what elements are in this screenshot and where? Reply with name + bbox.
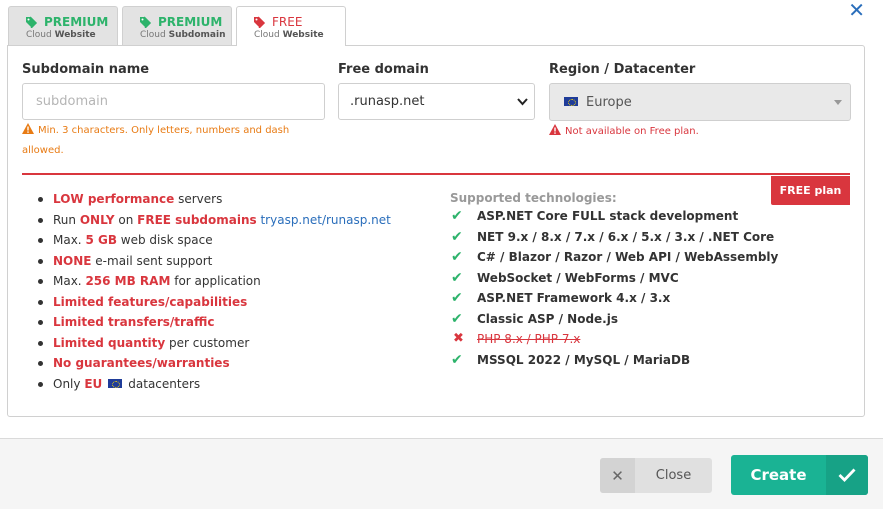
region-label: Region / Datacenter <box>549 62 696 77</box>
warning-icon <box>549 124 561 135</box>
check-icon: ✔ <box>451 351 463 368</box>
tab-sub-prefix: Cloud <box>254 30 280 40</box>
tab-sub-bold: Website <box>54 30 96 40</box>
warning-icon <box>22 123 34 134</box>
domain-select-value: .runasp.net <box>350 94 425 109</box>
list-item: ✔ ASP.NET Core FULL stack development <box>451 206 778 227</box>
tag-icon <box>26 16 37 28</box>
list-item: ✔ NET 9.x / 8.x / 7.x / 6.x / 5.x / 3.x /… <box>451 227 778 248</box>
check-icon: ✔ <box>451 290 463 306</box>
plan-tabs: PREMIUM Cloud Website PREMIUM Cloud Subd… <box>8 6 346 46</box>
tab-sub-bold: Subdomain <box>168 30 226 40</box>
list-item: ✔ C# / Blazor / Razor / Web API / WebAsse… <box>451 247 778 268</box>
domain-label: Free domain <box>338 62 429 77</box>
list-item: Only EU datacenters <box>35 374 391 395</box>
list-item: NONE e-mail sent support <box>35 251 391 272</box>
domain-select[interactable]: .runasp.net <box>338 83 535 120</box>
subdomain-hint: Min. 3 characters. Only letters, numbers… <box>22 121 322 161</box>
tech-list: ✔ ASP.NET Core FULL stack development ✔ NE… <box>451 206 778 370</box>
tag-icon <box>140 16 151 28</box>
list-item: Max. 256 MB RAM for application <box>35 271 391 292</box>
features-list: LOW performance servers Run ONLY on FREE… <box>35 189 391 394</box>
close-button-label: Close <box>655 468 692 483</box>
list-item: LOW performance servers <box>35 189 391 210</box>
check-icon: ✔ <box>451 310 463 327</box>
tab-sub-bold: Website <box>282 30 324 40</box>
region-hint-text: Not available on Free plan. <box>565 126 699 137</box>
tab-premium-website[interactable]: PREMIUM Cloud Website <box>8 6 118 45</box>
check-icon: ✔ <box>451 269 463 286</box>
tech-title: Supported technologies: <box>450 191 617 205</box>
tab-free-website[interactable]: FREE Cloud Website <box>236 6 346 46</box>
free-plan-panel: Subdomain name subdomain Min. 3 characte… <box>7 45 865 417</box>
list-item: ✔ Classic ASP / Node.js <box>451 309 778 330</box>
check-icon: ✔ <box>451 249 463 265</box>
list-item: ✔ MSSQL 2022 / MySQL / MariaDB <box>451 350 778 371</box>
list-item: ✔ ASP.NET Framework 4.x / 3.x <box>451 288 778 309</box>
subdomain-input[interactable]: subdomain <box>22 83 325 120</box>
tab-title: PREMIUM <box>158 15 223 29</box>
subdomain-hint-text: Min. 3 characters. Only letters, numbers… <box>22 125 290 156</box>
checkmark-icon <box>826 455 868 495</box>
list-item: Run ONLY on FREE subdomains tryasp.net/r… <box>35 210 391 231</box>
region-select-value: Europe <box>586 95 632 110</box>
region-hint: Not available on Free plan. <box>549 122 699 142</box>
list-item: Limited quantity per customer <box>35 333 391 354</box>
caret-down-icon <box>834 100 842 105</box>
list-item: Limited features/capabilities <box>35 292 391 313</box>
cross-icon: ✖ <box>453 331 464 346</box>
eu-flag-icon <box>108 378 123 388</box>
eu-flag-icon <box>564 97 578 106</box>
check-icon: ✔ <box>451 228 463 245</box>
subdomain-placeholder: subdomain <box>36 94 108 109</box>
close-icon[interactable]: ✕ <box>848 0 865 20</box>
chevron-down-icon <box>517 98 528 106</box>
plan-divider <box>22 173 850 175</box>
list-item: Limited transfers/traffic <box>35 312 391 333</box>
create-button-label: Create <box>750 466 807 484</box>
tab-sub-prefix: Cloud <box>26 30 52 40</box>
list-item: ✔ WebSocket / WebForms / MVC <box>451 268 778 289</box>
list-item: ✖ PHP 8.x / PHP 7.x <box>451 329 778 350</box>
list-item: Max. 5 GB web disk space <box>35 230 391 251</box>
close-icon: ✕ <box>600 458 635 493</box>
domains-link[interactable]: tryasp.net/runasp.net <box>257 213 390 227</box>
create-button[interactable]: Create <box>731 455 868 495</box>
tab-title: PREMIUM <box>44 15 109 29</box>
tab-title: FREE <box>272 15 303 29</box>
list-item: No guarantees/warranties <box>35 353 391 374</box>
close-button[interactable]: ✕ Close <box>600 458 712 493</box>
region-select[interactable]: Europe <box>549 83 851 121</box>
tag-icon <box>254 16 265 28</box>
tab-premium-subdomain[interactable]: PREMIUM Cloud Subdomain <box>122 6 232 45</box>
check-icon: ✔ <box>451 208 463 224</box>
modal-footer: ✕ Close Create <box>0 438 883 509</box>
plan-badge: FREE plan <box>771 176 850 205</box>
tab-sub-prefix: Cloud <box>140 30 166 40</box>
subdomain-label: Subdomain name <box>22 62 150 77</box>
